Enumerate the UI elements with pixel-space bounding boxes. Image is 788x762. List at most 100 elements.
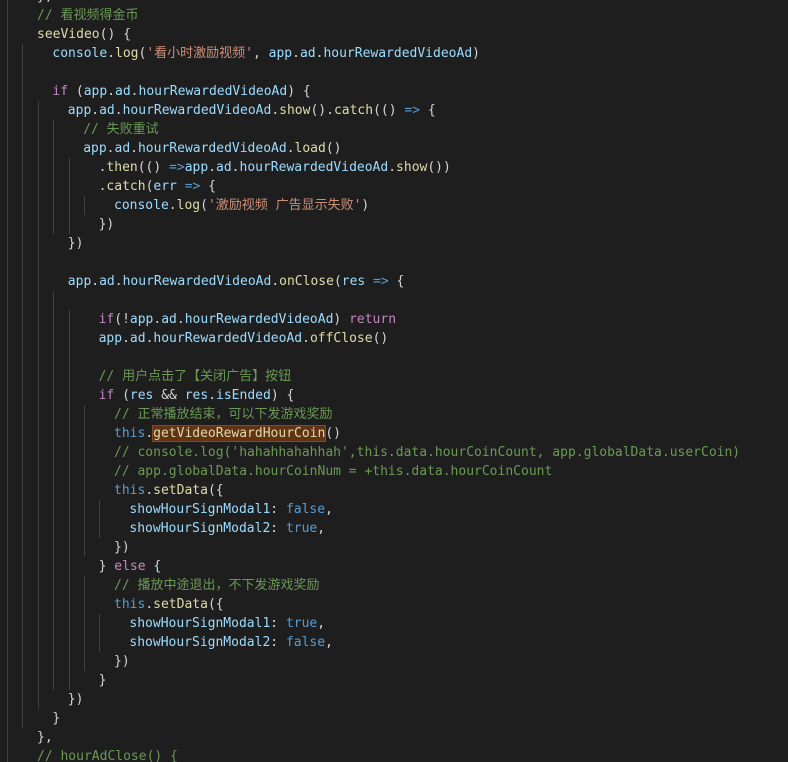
code-line[interactable]: // 用户点击了【关闭广告】按钮 <box>0 367 788 386</box>
code-line[interactable]: this.getVideoRewardHourCoin() <box>0 424 788 443</box>
code-line[interactable]: app.ad.hourRewardedVideoAd.offClose() <box>0 329 788 348</box>
code-line[interactable]: console.log('看小时激励视频', app.ad.hourReward… <box>0 44 788 63</box>
punctuation-token: . <box>168 198 177 213</box>
indent-guide <box>37 671 39 690</box>
code-line[interactable]: } <box>0 671 788 690</box>
code-editor[interactable]: }, // 看视频得金币 seeVideo() {console.log('看小时激… <box>0 0 788 762</box>
indent-guide <box>84 652 85 671</box>
punctuation-token: . <box>231 160 240 175</box>
indent-guide <box>53 462 55 481</box>
punctuation-token: ( <box>333 274 342 289</box>
indent-guide <box>22 253 24 272</box>
indent-guide <box>7 709 8 728</box>
indent-guide <box>7 63 8 82</box>
code-line[interactable]: if(!app.ad.hourRewardedVideoAd) return <box>0 310 788 329</box>
code-line[interactable] <box>0 348 788 367</box>
punctuation-token: (). <box>310 103 334 118</box>
code-line[interactable]: }, <box>0 728 788 747</box>
code-line[interactable]: // 看视频得金币 <box>0 6 788 25</box>
code-line[interactable]: }) <box>0 234 788 253</box>
code-line[interactable]: showHourSignModal1: true, <box>0 614 788 633</box>
code-line[interactable]: app.ad.hourRewardedVideoAd.load() <box>0 139 788 158</box>
indent-guide <box>53 519 55 538</box>
indent-guide <box>22 443 24 462</box>
code-line-text: }) <box>68 690 84 709</box>
comment-token: // 看视频得金币 <box>37 8 139 23</box>
punctuation-token: ({ <box>207 483 224 498</box>
indent-guide <box>22 557 24 576</box>
code-lines[interactable]: }, // 看视频得金币 seeVideo() {console.log('看小时激… <box>0 0 788 762</box>
code-line[interactable]: app.ad.hourRewardedVideoAd.onClose(res =… <box>0 272 788 291</box>
code-line[interactable]: }) <box>0 690 788 709</box>
code-line[interactable]: showHourSignModal1: false, <box>0 500 788 519</box>
indent-guide <box>37 139 39 158</box>
code-line[interactable]: // console.log('hahahhahahhah',this.data… <box>0 443 788 462</box>
code-line[interactable]: }) <box>0 652 788 671</box>
identifier-token: isEnded <box>216 388 271 403</box>
indent-guide <box>22 671 24 690</box>
code-line[interactable]: if (res && res.isEnded) { <box>0 386 788 405</box>
indent-guide <box>7 310 8 329</box>
indent-guide <box>68 557 70 576</box>
highlighted-function-token: getVideoRewardHourCoin <box>152 425 327 442</box>
code-line[interactable] <box>0 253 788 272</box>
identifier-token: app <box>83 141 107 156</box>
code-line[interactable]: .then(() =>app.ad.hourRewardedVideoAd.sh… <box>0 158 788 177</box>
code-line[interactable]: // hourAdClose() { <box>0 747 788 762</box>
indent-guide <box>22 538 24 557</box>
indent-guide <box>7 215 8 234</box>
punctuation-token: (! <box>114 312 130 327</box>
indent-guide <box>7 253 8 272</box>
identifier-token: hourRewardedVideoAd <box>323 46 473 61</box>
indent-guide <box>37 158 39 177</box>
keyword-token: this <box>114 426 146 441</box>
indent-guide <box>22 519 24 538</box>
code-line[interactable]: } <box>0 709 788 728</box>
code-line[interactable]: // 失败重试 <box>0 120 788 139</box>
indent-guide <box>53 310 55 329</box>
code-line[interactable]: } else { <box>0 557 788 576</box>
code-line[interactable]: }) <box>0 538 788 557</box>
code-line[interactable]: }) <box>0 215 788 234</box>
code-line[interactable]: if (app.ad.hourRewardedVideoAd) { <box>0 82 788 101</box>
code-line[interactable]: this.setData({ <box>0 595 788 614</box>
code-line[interactable]: .catch(err => { <box>0 177 788 196</box>
indent-guide <box>37 557 39 576</box>
punctuation-token <box>365 274 373 289</box>
code-line[interactable]: app.ad.hourRewardedVideoAd.show().catch(… <box>0 101 788 120</box>
indent-guide <box>37 595 39 614</box>
code-line[interactable]: // 播放中途退出，不下发游戏奖励 <box>0 576 788 595</box>
indent-guide <box>7 443 8 462</box>
code-line-text: seeVideo() { <box>37 25 131 44</box>
code-line[interactable]: // app.globalData.hourCoinNum = +this.da… <box>0 462 788 481</box>
code-line[interactable]: // 正常播放结束，可以下发游戏奖励 <box>0 405 788 424</box>
indent-guide <box>37 481 39 500</box>
identifier-token: hourRewardedVideoAd <box>122 103 272 118</box>
code-line[interactable]: showHourSignModal2: true, <box>0 519 788 538</box>
punctuation-token: : <box>270 635 286 650</box>
code-line-text: this.setData({ <box>114 481 224 500</box>
punctuation-token: { <box>388 274 405 289</box>
comment-token: // console.log('hahahhahahhah',this.data… <box>114 445 741 460</box>
keyword-token: if <box>98 388 115 403</box>
keyword-token: if <box>98 312 115 327</box>
code-line[interactable] <box>0 63 788 82</box>
code-line-text: if (res && res.isEnded) { <box>99 386 295 405</box>
punctuation-token: : <box>270 521 286 536</box>
punctuation-token: . <box>114 274 123 289</box>
code-line[interactable]: console.log('激励视频 广告显示失败') <box>0 196 788 215</box>
punctuation-token: . <box>286 141 295 156</box>
identifier-token: hourRewardedVideoAd <box>184 312 334 327</box>
indent-guide <box>22 481 24 500</box>
code-line[interactable]: this.setData({ <box>0 481 788 500</box>
keyword-token: else <box>114 559 146 574</box>
punctuation-token: . <box>107 46 116 61</box>
identifier-token: app <box>184 160 209 175</box>
code-line[interactable]: seeVideo() { <box>0 25 788 44</box>
indent-guide <box>22 272 24 291</box>
punctuation-token: (() <box>137 160 170 175</box>
punctuation-token: && <box>153 388 185 403</box>
indent-guide <box>22 500 24 519</box>
code-line[interactable]: showHourSignModal2: false, <box>0 633 788 652</box>
code-line[interactable] <box>0 291 788 310</box>
